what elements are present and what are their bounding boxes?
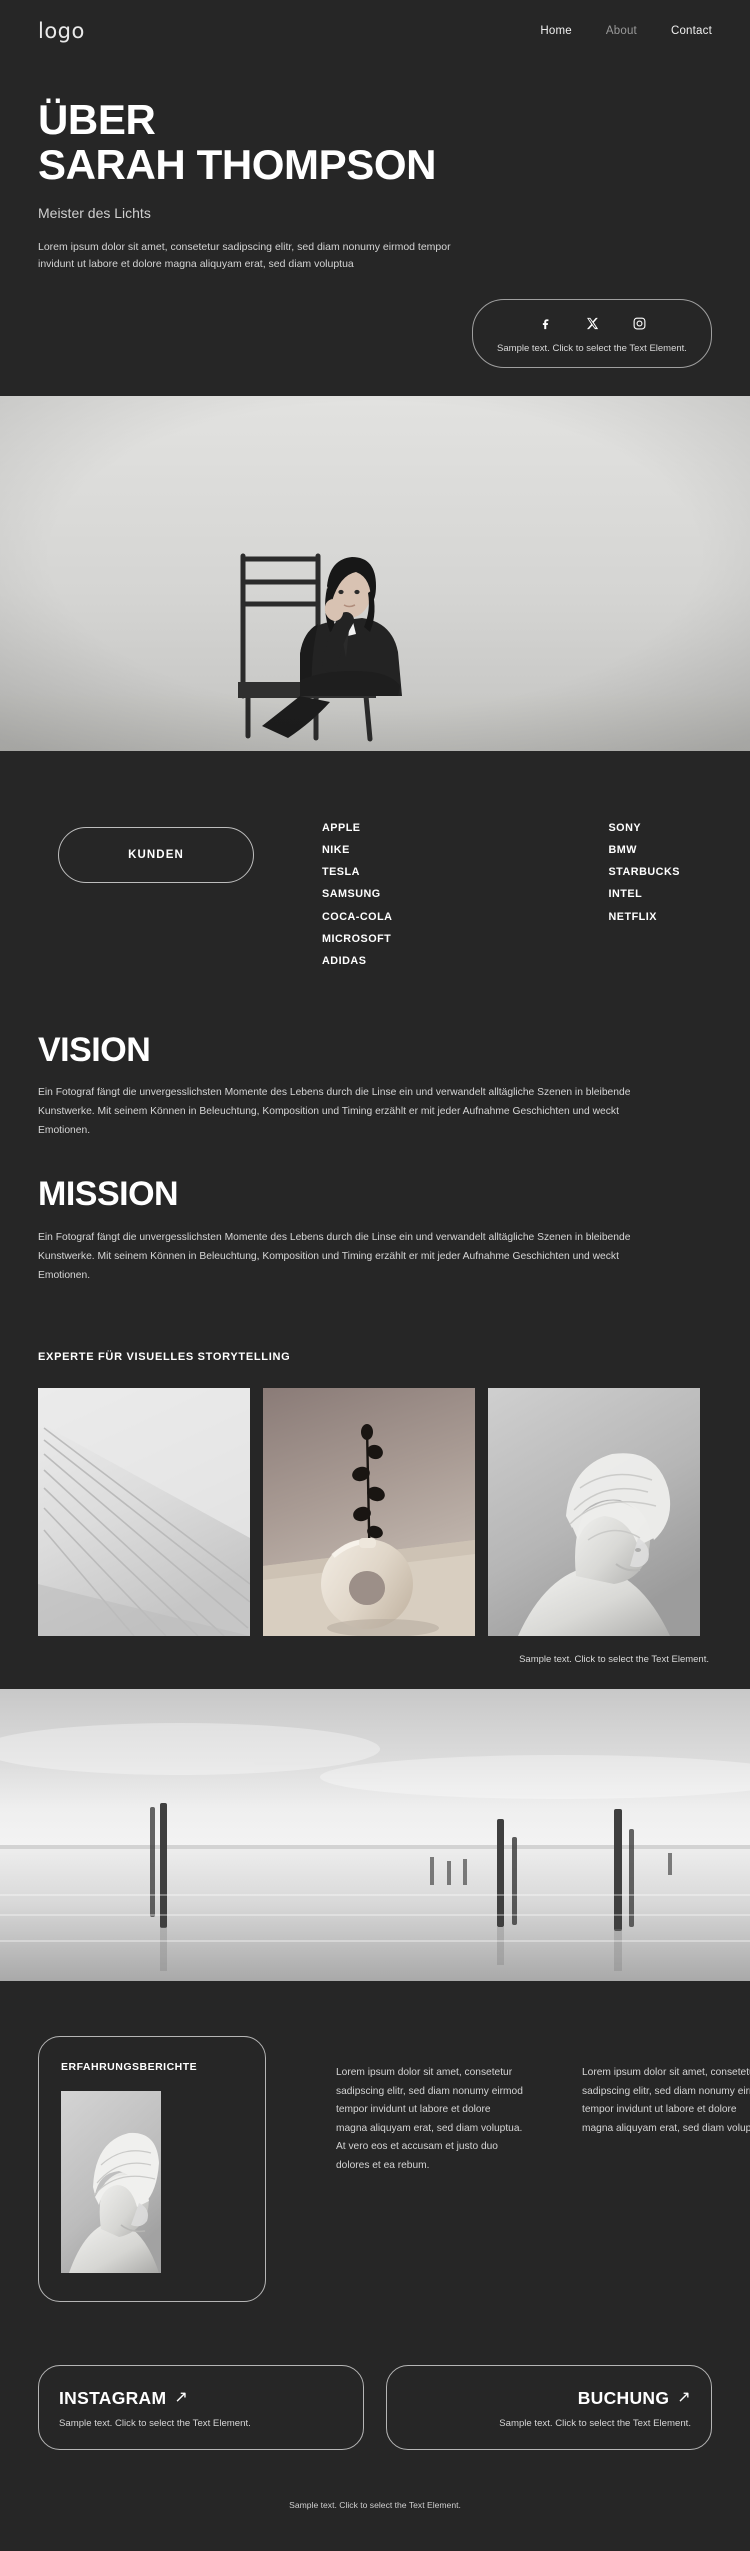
testimonial-quotes: Lorem ipsum dolor sit amet, consetetur s… [266,2036,750,2302]
facebook-icon[interactable] [537,315,554,332]
arrow-up-right-icon: ↗ [174,2389,189,2407]
testimonial-quote: Lorem ipsum dolor sit amet, consetetur s… [582,2066,750,2134]
page-title-line-2: SARAH THOMPSON [38,140,437,188]
landscape-photo [0,1688,750,1981]
cta-buchung-label: BUCHUNG [577,2387,670,2408]
social-card-caption: Sample text. Click to select the Text El… [497,343,687,355]
client-item: BMW [608,844,637,857]
cta-buchung-caption: Sample text. Click to select the Text El… [499,2417,691,2429]
nav-item-about[interactable]: About [606,25,637,37]
gallery-bottom-spacer [38,1665,712,1689]
client-column-left: APPLE NIKE TESLA SAMSUNG COCA-COLA MICRO… [322,817,392,972]
client-item: NETFLIX [608,910,657,923]
cta-instagram-caption: Sample text. Click to select the Text El… [59,2417,251,2429]
vision-block: VISION Ein Fotograf fängt die unvergessl… [38,1030,712,1141]
client-item: MICROSOFT [322,932,392,945]
cta-card-instagram[interactable]: INSTAGRAM ↗ Sample text. Click to select… [38,2364,364,2450]
gallery-grid [38,1387,712,1636]
social-card-wrapper: Sample text. Click to select the Text El… [0,273,750,369]
cta-instagram-label: INSTAGRAM [59,2387,167,2408]
cta-card-buchung[interactable]: BUCHUNG ↗ Sample text. Click to select t… [386,2364,712,2450]
gallery-section: EXPERTE FÜR VISUELLES STORYTELLING Sampl… [0,1309,750,1689]
client-item: COCA-COLA [322,910,393,923]
testimonial-card-title: ERFAHRUNGSBERICHTE [61,2060,198,2073]
kunden-pill[interactable]: KUNDEN [58,827,254,884]
vision-heading: VISION [38,1030,151,1069]
gallery-heading: EXPERTE FÜR VISUELLES STORYTELLING [38,1350,291,1363]
clients-section: KUNDEN APPLE NIKE TESLA SAMSUNG COCA-COL… [0,751,750,1020]
gallery-item-sculpture[interactable] [488,1387,700,1636]
arrow-up-right-icon: ↗ [677,2389,691,2407]
vision-mission-section: VISION Ein Fotograf fängt die unvergessl… [0,1020,750,1309]
testimonial-card: ERFAHRUNGSBERICHTE [38,2035,266,2302]
testimonials-section: ERFAHRUNGSBERICHTE Lorem ipsum dolor sit… [0,1981,750,2347]
client-item: INTEL [608,888,643,901]
hero-spacer [0,368,750,396]
client-item: APPLE [322,822,361,835]
social-card: Sample text. Click to select the Text El… [472,299,712,369]
testimonial-photo [61,2090,161,2273]
instagram-icon[interactable] [631,315,648,332]
client-item: STARBUCKS [608,866,680,879]
vision-body: Ein Fotograf fängt die unvergesslichsten… [38,1087,631,1137]
client-item: TESLA [322,866,360,879]
site-footer: Sample text. Click to select the Text El… [289,2499,461,2510]
hero-subtitle: Meister des Lichts [38,205,151,222]
client-item: NIKE [322,844,350,857]
mission-block: MISSION Ein Fotograf fängt die unvergess… [38,1176,712,1285]
gallery-item-vase[interactable] [263,1387,475,1636]
client-item: SAMSUNG [322,888,381,901]
hero-section: ÜBER SARAH THOMPSON Meister des Lichts L… [0,62,750,273]
nav-item-contact[interactable]: Contact [671,25,712,37]
mission-heading: MISSION [38,1175,179,1214]
site-header: logo Home About Contact [0,0,750,62]
page-root: logo Home About Contact ÜBER SARAH THOMP… [0,0,750,2536]
gallery-caption: Sample text. Click to select the Text El… [519,1653,709,1665]
hero-paragraph: Lorem ipsum dolor sit amet, consetetur s… [38,241,451,271]
page-title: ÜBER SARAH THOMPSON [38,96,712,188]
gallery-item-light-lines[interactable] [38,1387,250,1636]
testimonial-quote: Lorem ipsum dolor sit amet, consetetur s… [336,2066,523,2171]
site-logo[interactable]: logo [38,19,85,43]
cta-row: INSTAGRAM ↗ Sample text. Click to select… [0,2347,750,2450]
social-icon-row [483,315,701,332]
cta-buchung-title: BUCHUNG ↗ [407,2388,691,2409]
x-twitter-icon[interactable] [584,315,601,332]
cta-instagram-title: INSTAGRAM ↗ [59,2388,343,2409]
client-column-right: SONY BMW STARBUCKS INTEL NETFLIX [608,817,679,972]
client-item: ADIDAS [322,954,367,967]
mission-body: Ein Fotograf fängt die unvergesslichsten… [38,1231,631,1281]
client-item: SONY [608,822,642,835]
main-navigation: Home About Contact [540,25,712,37]
page-title-line-1: ÜBER [38,96,156,143]
nav-item-home[interactable]: Home [540,25,571,37]
hero-portrait-photo [0,396,750,752]
client-columns: APPLE NIKE TESLA SAMSUNG COCA-COLA MICRO… [322,811,680,972]
